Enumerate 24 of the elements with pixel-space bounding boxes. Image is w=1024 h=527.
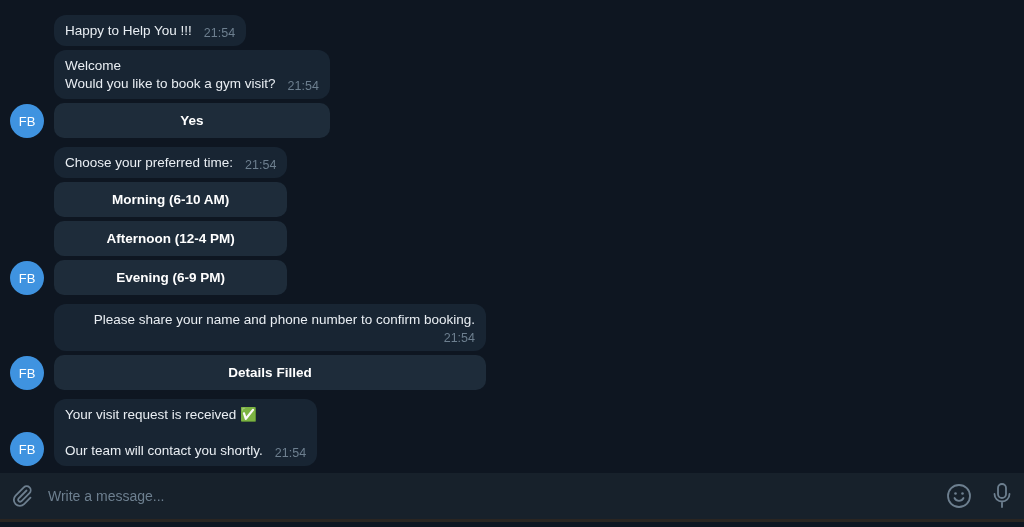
avatar: FB bbox=[10, 261, 44, 295]
reply-button[interactable]: Yes bbox=[54, 103, 330, 138]
message-text: Your visit request is received ✅ Our team will contact you shortly. bbox=[65, 406, 263, 460]
microphone-icon[interactable] bbox=[992, 483, 1012, 509]
message-time: 21:54 bbox=[203, 25, 236, 42]
reply-button[interactable]: Morning (6-10 AM) bbox=[54, 182, 288, 217]
message-input[interactable]: Write a message... bbox=[46, 487, 934, 505]
message-field[interactable]: Write a message... bbox=[0, 473, 1024, 522]
message-text: Please share your name and phone number to confirm booking. bbox=[93, 311, 475, 329]
emoji-icon[interactable] bbox=[946, 483, 972, 509]
message-text: Happy to Help You !!! bbox=[65, 22, 192, 40]
message-text: Choose your preferred time: bbox=[65, 154, 234, 172]
paperclip-icon[interactable] bbox=[10, 484, 34, 508]
avatar: FB bbox=[10, 432, 44, 466]
avatar: FB bbox=[10, 104, 44, 138]
reply-button[interactable]: Afternoon (12-4 PM) bbox=[54, 221, 288, 256]
message-time: 21:54 bbox=[287, 78, 319, 95]
avatar: FB bbox=[10, 356, 44, 390]
message-time: 21:54 bbox=[245, 157, 277, 174]
message-time: 21:54 bbox=[443, 330, 475, 347]
reply-button[interactable]: Details Filled bbox=[54, 355, 486, 390]
message-time: 21:54 bbox=[274, 445, 307, 462]
reply-button[interactable]: Evening (6-9 PM) bbox=[54, 260, 288, 295]
message-text: Welcome Would you like to book a gym visit? bbox=[65, 57, 276, 93]
